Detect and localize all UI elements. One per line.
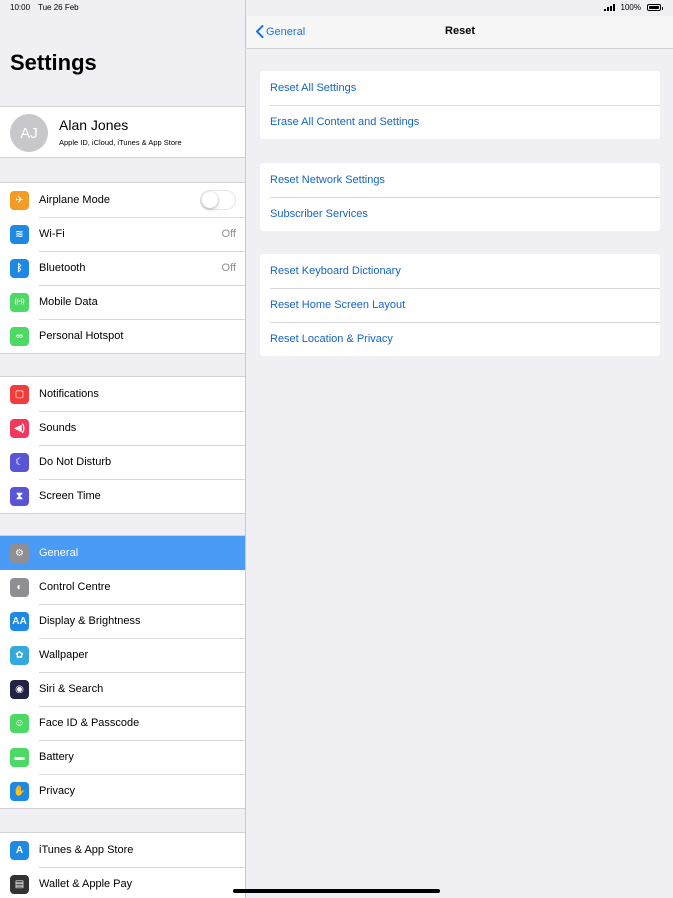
sidebar-item-value: Off: [221, 262, 236, 274]
sidebar-item-wi-fi[interactable]: ≋ Wi-Fi Off: [0, 217, 245, 251]
sidebar-item-label: Wallet & Apple Pay: [39, 878, 133, 890]
siri-icon: ◉: [10, 679, 29, 699]
signal-icon: [603, 4, 615, 11]
face-id-icon: ☺: [10, 713, 29, 733]
profile-row[interactable]: AJ Alan Jones Apple ID, iCloud, iTunes &…: [0, 106, 245, 158]
sidebar-item-label: Siri & Search: [39, 683, 104, 695]
reset-all-settings-button[interactable]: Reset All Settings: [260, 71, 660, 105]
sidebar-item-wallet-and-apple-pay[interactable]: ▤ Wallet & Apple Pay: [0, 867, 245, 898]
battery-percent: 100%: [620, 3, 641, 12]
sidebar-item-label: Personal Hotspot: [39, 330, 124, 342]
sidebar-item-mobile-data[interactable]: ((•)) Mobile Data: [0, 285, 245, 319]
sidebar-item-notifications[interactable]: ▢ Notifications: [0, 377, 245, 411]
sidebar-item-label: iTunes & App Store: [39, 844, 134, 856]
nav-bar: General Reset: [247, 16, 673, 49]
subscriber-services-button[interactable]: Subscriber Services: [260, 197, 660, 231]
airplane-icon: ✈: [10, 190, 29, 210]
page-title: Reset: [445, 25, 475, 37]
battery-icon: ▬: [10, 747, 29, 767]
sidebar-item-privacy[interactable]: ✋ Privacy: [0, 774, 245, 808]
hourglass-icon: ⧗: [10, 486, 29, 506]
settings-group-connectivity: ✈ Airplane Mode ≋ Wi-Fi Off ᛒ Bluetooth Off ((•)…: [0, 182, 245, 354]
sidebar-item-label: Wi-Fi: [39, 228, 65, 240]
link-icon: ∞: [10, 326, 29, 346]
sidebar-item-label: Bluetooth: [39, 262, 86, 274]
sidebar-item-label: General: [39, 547, 79, 559]
sidebar-item-screen-time[interactable]: ⧗ Screen Time: [0, 479, 245, 513]
settings-group-notifications: ▢ Notifications ◀) Sounds ☾ Do Not Disturb ⧗ Sc…: [0, 376, 245, 514]
antenna-icon: ((•)): [10, 292, 29, 312]
battery-status-icon: [647, 4, 663, 11]
hand-icon: ✋: [10, 781, 29, 801]
sidebar-item-control-centre[interactable]: ◐ Control Centre: [0, 570, 245, 604]
avatar: AJ: [10, 114, 48, 152]
airplane-mode-toggle[interactable]: [200, 190, 236, 210]
sidebar-item-label: Sounds: [39, 422, 77, 434]
sidebar-item-label: Notifications: [39, 388, 99, 400]
toggles-icon: ◐: [10, 577, 29, 597]
reset-card-other: Reset Keyboard Dictionary Reset Home Scre…: [260, 254, 660, 356]
status-date: Tue 26 Feb: [38, 3, 79, 12]
sidebar-item-label: Screen Time: [39, 490, 101, 502]
erase-all-content-and-settings-button[interactable]: Erase All Content and Settings: [260, 105, 660, 139]
sidebar-item-label: Do Not Disturb: [39, 456, 112, 468]
status-time: 10:00: [10, 3, 31, 12]
bluetooth-icon: ᛒ: [10, 258, 29, 278]
reset-card-general: Reset All Settings Erase All Content and …: [260, 71, 660, 139]
sidebar-item-itunes-and-app-store[interactable]: AiTunes & App Store: [0, 833, 245, 867]
sidebar-item-label: Airplane Mode: [39, 194, 110, 206]
status-right: 100%: [603, 3, 663, 12]
reset-network-settings-button[interactable]: Reset Network Settings: [260, 163, 660, 197]
sidebar-item-label: Privacy: [39, 785, 76, 797]
settings-sidebar: Settings AJ Alan Jones Apple ID, iCloud,…: [0, 0, 246, 898]
home-indicator: [233, 889, 440, 893]
flower-icon: ✿: [10, 645, 29, 665]
settings-group-general: ⚙ General ◐ Control Centre AA Display & Brigh…: [0, 535, 245, 809]
sidebar-item-label: Wallpaper: [39, 649, 89, 661]
profile-name: Alan Jones: [59, 117, 129, 133]
gear-icon: ⚙: [10, 543, 29, 563]
sidebar-item-label: Control Centre: [39, 581, 111, 593]
wifi-icon: ≋: [10, 224, 29, 244]
sidebar-item-wallpaper[interactable]: ✿ Wallpaper: [0, 638, 245, 672]
status-bar: 10:00 Tue 26 Feb 100%: [0, 0, 673, 16]
sidebar-item-face-id-and-passcode[interactable]: ☺ Face ID & Passcode: [0, 706, 245, 740]
sidebar-item-label: Face ID & Passcode: [39, 717, 140, 729]
sidebar-item-airplane-mode[interactable]: ✈ Airplane Mode: [0, 183, 245, 217]
wallet-icon: ▤: [10, 874, 29, 894]
sidebar-item-sounds[interactable]: ◀) Sounds: [0, 411, 245, 445]
sidebar-item-label: Display & Brightness: [39, 615, 141, 627]
sidebar-item-value: Off: [221, 228, 236, 240]
sidebar-item-personal-hotspot[interactable]: ∞ Personal Hotspot: [0, 319, 245, 353]
speaker-icon: ◀): [10, 418, 29, 438]
sidebar-item-display-and-brightness[interactable]: AA Display & Brightness: [0, 604, 245, 638]
sidebar-title: Settings: [10, 50, 97, 75]
sidebar-item-do-not-disturb[interactable]: ☾ Do Not Disturb: [0, 445, 245, 479]
reset-keyboard-dictionary-button[interactable]: Reset Keyboard Dictionary: [260, 254, 660, 288]
moon-icon: ☾: [10, 452, 29, 472]
notifications-icon: ▢: [10, 384, 29, 404]
reset-home-screen-layout-button[interactable]: Reset Home Screen Layout: [260, 288, 660, 322]
sidebar-item-label: Mobile Data: [39, 296, 98, 308]
sidebar-item-bluetooth[interactable]: ᛒ Bluetooth Off: [0, 251, 245, 285]
reset-card-network: Reset Network Settings Subscriber Service…: [260, 163, 660, 231]
settings-group-store: AiTunes & App Store ▤ Wallet & Apple Pay: [0, 832, 245, 898]
reset-location-and-privacy-button[interactable]: Reset Location & Privacy: [260, 322, 660, 356]
app-store-icon: A: [10, 840, 29, 860]
detail-pane: General Reset Reset All Settings Erase Al…: [247, 0, 673, 898]
sidebar-item-general[interactable]: ⚙ General: [0, 536, 245, 570]
text-size-icon: AA: [10, 611, 29, 631]
sidebar-item-siri-and-search[interactable]: ◉ Siri & Search: [0, 672, 245, 706]
sidebar-item-label: Battery: [39, 751, 74, 763]
profile-subtitle: Apple ID, iCloud, iTunes & App Store: [59, 138, 182, 147]
sidebar-item-battery[interactable]: ▬ Battery: [0, 740, 245, 774]
ipad-screen: 10:00 Tue 26 Feb 100% Settings AJ Alan J…: [0, 0, 673, 898]
